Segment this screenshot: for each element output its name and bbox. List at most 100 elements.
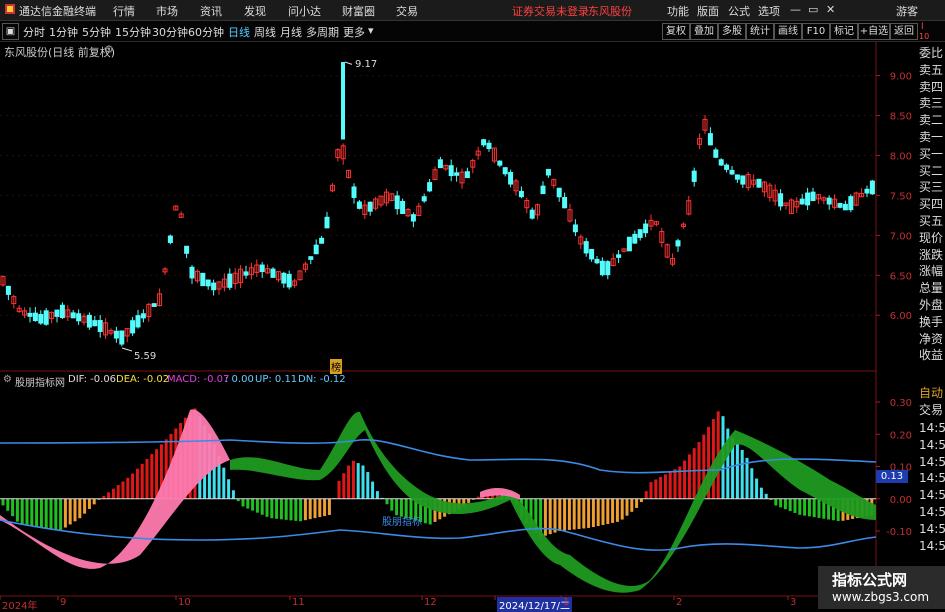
- macd-bar: [246, 498, 250, 509]
- macd-bar: [289, 498, 293, 521]
- quote-row-label: 换手: [919, 314, 944, 329]
- price-tick-label: 7.00: [890, 231, 912, 242]
- macd-bar: [44, 498, 48, 529]
- candle-body: [281, 272, 287, 284]
- macd-bar: [63, 498, 67, 528]
- macd-bar: [385, 498, 389, 505]
- macd-bar: [155, 449, 159, 499]
- low-pointer: [121, 347, 133, 352]
- price-tick-label: 7.50: [890, 191, 912, 202]
- candle-body: [32, 312, 38, 322]
- macd-bar: [107, 492, 111, 499]
- macd-bar: [630, 498, 634, 512]
- trade-time: 14:56: [919, 538, 945, 553]
- rank-marker[interactable]: 榜: [330, 359, 342, 374]
- quote-row-label: 净资: [919, 331, 944, 346]
- macd-bar: [73, 498, 77, 522]
- price-tick-label: 8.50: [890, 112, 912, 123]
- macd-bar: [361, 465, 365, 499]
- watermark-url: www.zbgs3.com: [832, 590, 930, 604]
- macd-bar: [750, 468, 754, 499]
- price-tick-label: 6.50: [890, 271, 912, 282]
- candle-body: [842, 203, 848, 211]
- candle-body: [805, 192, 811, 206]
- macd-bar: [308, 498, 312, 520]
- macd-bar: [625, 498, 629, 516]
- macd-bar: [572, 498, 576, 530]
- macd-bar: [275, 498, 279, 519]
- macd-bar: [11, 498, 15, 517]
- candle-body: [200, 272, 206, 287]
- high-price-label: 9.17: [355, 59, 378, 70]
- quote-row-label: 卖四: [919, 79, 944, 94]
- macd-bar: [611, 498, 615, 523]
- candle-body: [394, 195, 400, 210]
- candle-body: [616, 254, 622, 258]
- candle-body: [497, 160, 503, 166]
- candle-body: [778, 193, 784, 207]
- candle-body: [324, 216, 330, 229]
- macd-bar: [59, 498, 63, 531]
- macd-bar: [793, 498, 797, 513]
- x-axis-label: 11: [292, 597, 305, 608]
- candle-body: [848, 196, 854, 211]
- candle-body: [502, 167, 508, 175]
- indicator-tick-label: 0.00: [890, 495, 912, 506]
- macd-bar: [668, 471, 672, 499]
- trade-time: 14:56: [919, 505, 945, 519]
- x-axis-label: 2: [676, 597, 683, 608]
- macd-bar: [30, 498, 34, 527]
- candle-body: [92, 320, 98, 327]
- macd-bar: [92, 498, 96, 505]
- quote-row-label: 卖一: [919, 130, 944, 144]
- macd-bar: [783, 498, 787, 510]
- macd-bar: [284, 498, 288, 520]
- macd-bar: [303, 498, 307, 521]
- macd-bar: [255, 498, 259, 513]
- macd-bar: [121, 481, 125, 499]
- candlestick-series: [0, 61, 875, 352]
- indicator-inline-label: 股朋指标: [382, 517, 422, 528]
- macd-bar: [764, 493, 768, 499]
- dn-value: DN: -0.12: [298, 374, 346, 385]
- indicator-series: [0, 408, 877, 593]
- candle-body: [675, 240, 681, 247]
- candle-body: [826, 197, 832, 205]
- quote-row-label: 总量: [919, 281, 944, 296]
- candle-body: [529, 209, 535, 219]
- indicator-settings-icon[interactable]: ⚙: [3, 374, 12, 385]
- x-axis-label: 9: [60, 597, 67, 608]
- zero-value: : 0.00: [225, 374, 254, 385]
- chart-canvas[interactable]: 9.008.508.007.507.006.506.000.300.200.10…: [0, 0, 945, 609]
- candle-body: [713, 149, 719, 158]
- chart-settings-icon[interactable]: ⚙: [104, 43, 114, 56]
- macd-bar: [351, 460, 355, 499]
- macd-bar: [390, 498, 394, 511]
- macd-bar: [145, 458, 149, 499]
- macd-bar: [116, 485, 120, 499]
- indicator-tick-label: 0.30: [890, 398, 912, 409]
- quote-row-label: 现价: [919, 230, 944, 245]
- candle-body: [270, 268, 276, 278]
- macd-bar: [577, 498, 581, 529]
- macd-bar: [567, 498, 571, 530]
- candle-body: [113, 330, 119, 339]
- macd-bar: [615, 498, 619, 522]
- candle-body: [691, 170, 697, 182]
- candle-body: [637, 229, 643, 238]
- candle-body: [869, 180, 875, 195]
- macd-bar: [337, 481, 341, 499]
- macd-bar: [222, 467, 226, 499]
- macd-bar: [313, 498, 317, 519]
- candle-body: [130, 320, 136, 334]
- candle-body: [540, 185, 546, 195]
- chart-axes: 9.008.508.007.507.006.506.000.300.200.10…: [0, 72, 912, 600]
- macd-bar: [774, 498, 778, 506]
- candle-body: [572, 224, 578, 233]
- candle-body: [481, 139, 487, 146]
- dea-value: DEA: -0.02: [116, 374, 170, 385]
- trade-time: 14:56: [919, 521, 945, 536]
- quote-row-label: 买四: [919, 197, 944, 212]
- candle-body: [97, 320, 103, 332]
- trade-time: 14:56: [919, 488, 945, 503]
